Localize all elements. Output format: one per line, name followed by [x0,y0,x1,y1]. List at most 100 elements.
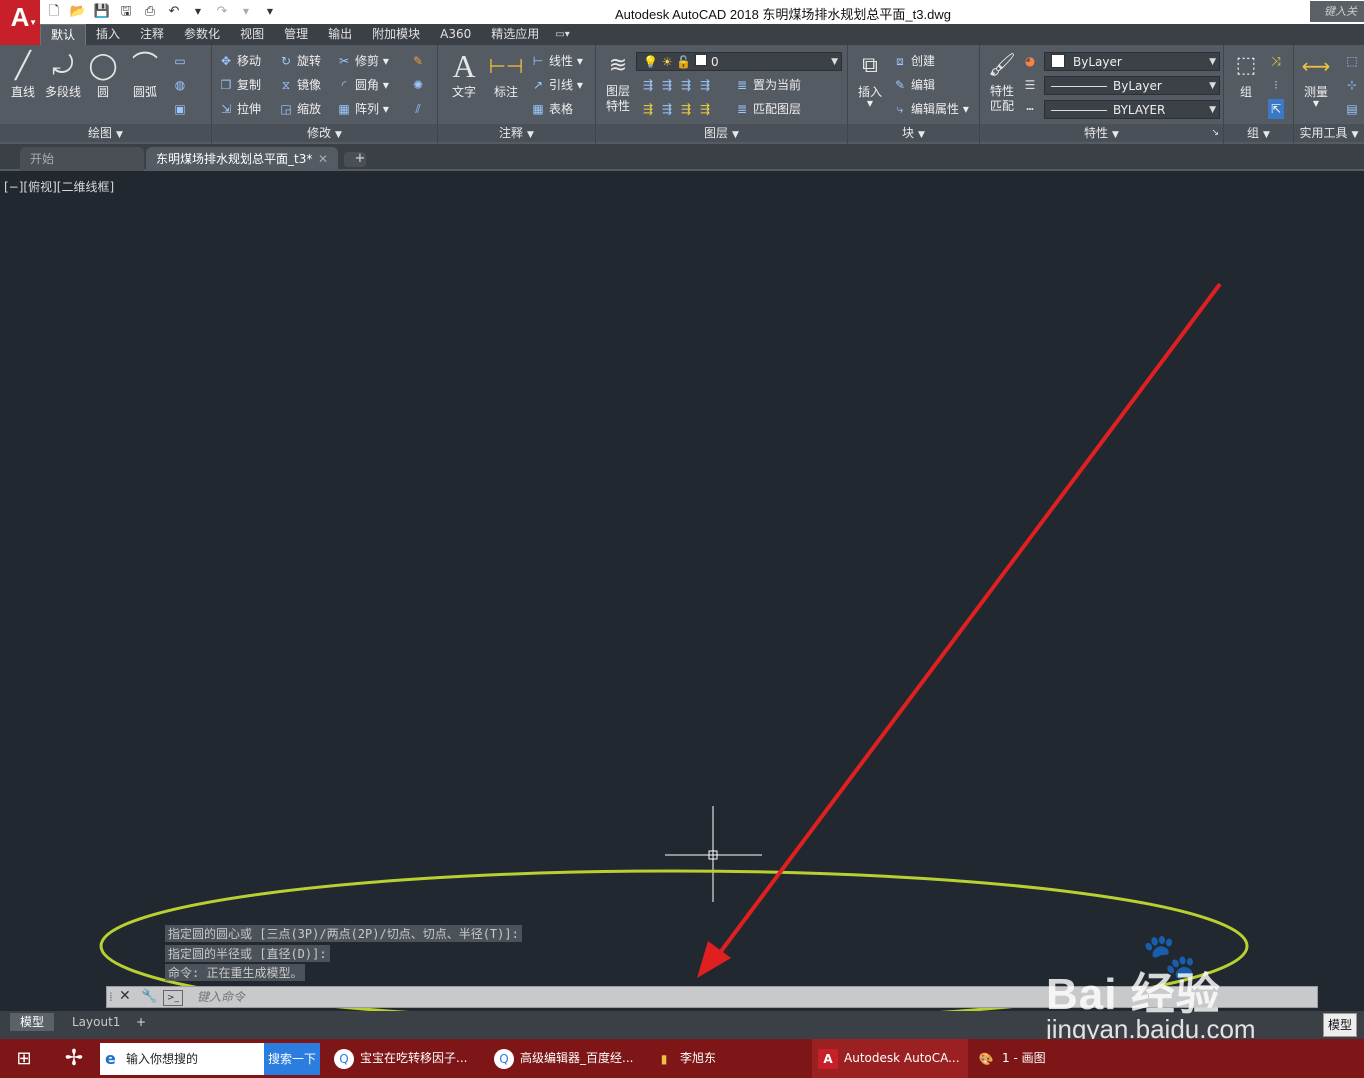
tab-annotate[interactable]: 注释 [130,24,174,45]
model-tab[interactable]: 模型 [10,1013,55,1031]
trim-button[interactable]: ✂ 修剪 ▾ [336,51,389,71]
tab-featured-apps[interactable]: 精选应用 [481,24,549,45]
lineweight-dropdown[interactable]: BYLAYER ▼ [1044,100,1220,119]
layer-tools-row-2[interactable]: ⇶ ⇶ ⇶ ⇶ [640,99,716,119]
tab-insert[interactable]: 插入 [86,24,130,45]
boundary-tool-icon[interactable]: ▣ [172,99,191,119]
start-tab[interactable]: 开始 [20,147,144,171]
table-button[interactable]: ▦ 表格 [530,99,573,119]
set-current-button[interactable]: ≣ 置为当前 [734,75,801,95]
mirror-button[interactable]: ⧖ 镜像 [278,75,321,95]
circle-button[interactable]: ◯ 圆 [83,49,123,100]
text-button[interactable]: A 文字 [444,49,484,100]
taskbar-item-browser-2[interactable]: Q 高级编辑器_百度经... [494,1039,633,1078]
tab-output[interactable]: 输出 [318,24,362,45]
customize-qat-icon[interactable]: ▼ [260,3,280,21]
stretch-button[interactable]: ⇲ 拉伸 [218,99,261,119]
properties-panel-title[interactable]: 特性 ▼ ↘ [980,124,1223,142]
group-select-icon[interactable]: ⇱ [1268,99,1287,119]
block-panel-title[interactable]: 块 ▼ [848,124,979,142]
match-properties-button[interactable]: 🖌 特性 匹配 [982,49,1022,113]
group-edit-icon[interactable]: ⁝ [1268,75,1287,95]
ribbon-options-icon[interactable]: ▭▾ [549,29,575,40]
match-layer-button[interactable]: ≣ 匹配图层 [734,99,801,119]
offset-icon[interactable]: ⫽ [410,99,429,119]
taskbar-item-folder[interactable]: ▮ 李旭东 [654,1039,716,1078]
modify-panel-title[interactable]: 修改 ▼ [212,124,437,142]
close-command-line-icon[interactable]: ✕ [119,988,131,1004]
color-dropdown[interactable]: ByLayer ▼ [1044,52,1220,71]
linear-dimension-button[interactable]: ⊢ 线性 ▾ [530,51,583,71]
tab-a360[interactable]: A360 [430,24,481,45]
layout1-tab[interactable]: Layout1 [62,1013,130,1031]
utilities-panel-title[interactable]: 实用工具 ▼ [1294,124,1364,142]
document-tab[interactable]: 东明煤场排水规划总平面_t3* ✕ [146,147,338,171]
dimension-button[interactable]: ⊢⊣ 标注 [486,49,526,100]
measure-button[interactable]: ⟷ 测量 ▼ [1296,49,1336,108]
tab-default[interactable]: 默认 [40,24,87,45]
close-icon[interactable]: ✕ [318,147,328,171]
taskbar-item-autocad[interactable]: A Autodesk AutoCA... [812,1039,968,1078]
annotation-panel-title[interactable]: 注释 ▼ [438,124,595,142]
new-tab-button[interactable]: + [344,152,366,167]
fillet-button[interactable]: ◜ 圆角 ▾ [336,75,389,95]
fan-app-icon[interactable]: ✢ [52,1039,96,1078]
open-file-icon[interactable]: 📂 [68,3,88,21]
undo-icon[interactable]: ↶ [164,3,184,21]
viewport-controls-label[interactable]: [−][俯视][二维线框] [4,178,114,195]
redo-dropdown-icon[interactable]: ▼ [236,3,256,21]
arc-button[interactable]: ⌒ 圆弧 [125,49,165,100]
tab-view[interactable]: 视图 [230,24,274,45]
layer-tools-row-1[interactable]: ⇶ ⇶ ⇶ ⇶ [640,75,716,95]
calculator-icon[interactable]: ▤ [1344,99,1363,119]
save-as-icon[interactable]: 🖫 [116,3,136,21]
print-icon[interactable]: ⎙ [140,3,160,21]
scale-button[interactable]: ◲ 缩放 [278,99,321,119]
application-menu-button[interactable]: A ▼ [0,0,40,46]
rotate-button[interactable]: ↻ 旋转 [278,51,321,71]
drag-handle-icon[interactable]: ⁞ [109,990,113,1004]
taskbar-search-input[interactable]: e 输入你想搜的 [100,1043,264,1075]
edit-attributes-button[interactable]: ⤷ 编辑属性 ▾ [892,99,969,119]
add-layout-button[interactable]: + [132,1013,150,1031]
copy-button[interactable]: ❐ 复制 [218,75,261,95]
edit-block-button[interactable]: ✎ 编辑 [892,75,935,95]
quick-select-icon[interactable]: ⬚ [1344,51,1363,71]
group-button[interactable]: ⬚ 组 [1226,49,1266,100]
windows-start-icon[interactable]: ⊞ [0,1039,48,1078]
customize-wrench-icon[interactable]: 🔧 [141,989,157,1004]
taskbar-search-button[interactable]: 搜索一下 [264,1043,320,1075]
drawing-canvas[interactable] [0,171,1364,1011]
polyline-button[interactable]: ⤾ 多段线 [43,49,83,100]
taskbar-item-paint[interactable]: 🎨 1 - 画图 [976,1039,1046,1078]
rectangle-tool-icon[interactable]: ▭ [172,51,191,71]
erase-icon[interactable]: ✎ [410,51,429,71]
undo-dropdown-icon[interactable]: ▼ [188,3,208,21]
move-button[interactable]: ✥ 移动 [218,51,261,71]
line-button[interactable]: ╱ 直线 [3,49,43,100]
new-file-icon[interactable]: 🗋 [44,3,64,21]
groups-panel-title[interactable]: 组 ▼ [1224,124,1293,142]
ungroup-icon[interactable]: ⤨ [1268,51,1287,71]
search-input[interactable]: 键入关 [1310,1,1364,22]
insert-block-button[interactable]: ⧉ 插入 ▼ [850,49,890,108]
command-input[interactable] [197,989,597,1005]
linetype-dropdown[interactable]: ByLayer ▼ [1044,76,1220,95]
tab-addins[interactable]: 附加模块 [362,24,430,45]
layers-panel-title[interactable]: 图层 ▼ [596,124,847,142]
layer-properties-button[interactable]: ≋ 图层 特性 [598,49,638,113]
hatch-tool-icon[interactable]: ◍ [172,75,191,95]
leader-button[interactable]: ↗ 引线 ▾ [530,75,583,95]
draw-panel-title[interactable]: 绘图 ▼ [0,124,211,142]
create-block-button[interactable]: ⧈ 创建 [892,51,935,71]
explode-icon[interactable]: ✺ [410,75,429,95]
tab-parametric[interactable]: 参数化 [174,24,230,45]
save-icon[interactable]: 💾 [92,3,112,21]
redo-icon[interactable]: ↷ [212,3,232,21]
taskbar-item-browser-1[interactable]: Q 宝宝在吃转移因子... [334,1039,467,1078]
select-all-icon[interactable]: ⊹ [1344,75,1363,95]
layer-dropdown[interactable]: 💡 ☀ 🔓 0 ▼ [636,52,842,71]
array-button[interactable]: ▦ 阵列 ▾ [336,99,389,119]
command-prompt-icon[interactable]: >_ [163,990,183,1006]
tab-manage[interactable]: 管理 [274,24,318,45]
